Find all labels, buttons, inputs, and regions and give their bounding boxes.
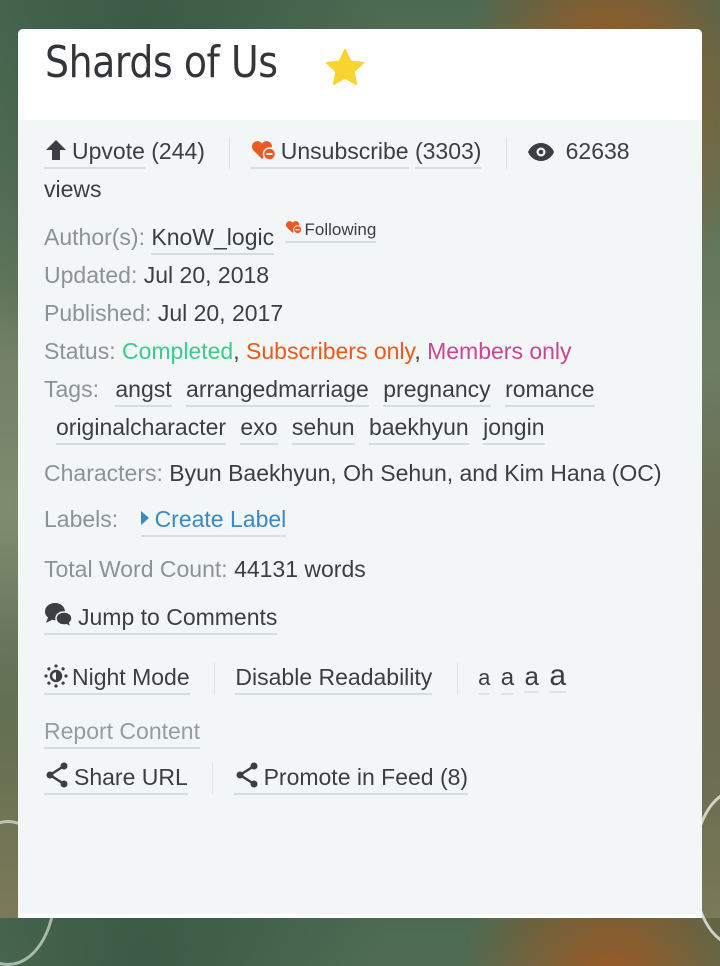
- night-mode-button[interactable]: Night Mode: [44, 662, 190, 695]
- arrow-up-icon: [44, 138, 68, 162]
- status-members-only: Members only: [427, 338, 572, 364]
- tag-link[interactable]: exo: [240, 412, 278, 445]
- share-url-label: Share URL: [74, 764, 188, 790]
- stats-row: Upvote (244) Unsubscribe (3303) 62638 vi…: [44, 132, 676, 208]
- comments-icon: [44, 602, 74, 628]
- updated-label: Updated:: [44, 262, 138, 288]
- brightness-icon: [44, 664, 68, 688]
- labels-label: Labels:: [44, 506, 119, 532]
- views-label: views: [44, 176, 102, 202]
- status-subscribers-only: Subscribers only: [246, 338, 415, 364]
- font-size-small-button[interactable]: a: [478, 663, 491, 695]
- share-icon: [234, 762, 260, 788]
- unsubscribe-button[interactable]: Unsubscribe: [250, 136, 409, 169]
- jump-to-comments-label: Jump to Comments: [78, 604, 278, 630]
- updated-row: Updated: Jul 20, 2018: [44, 256, 676, 294]
- night-mode-label: Night Mode: [72, 664, 190, 690]
- promote-in-feed-label: Promote in Feed (8): [263, 764, 469, 790]
- disable-readability-button[interactable]: Disable Readability: [235, 662, 433, 695]
- font-size-large-button[interactable]: a: [524, 661, 539, 693]
- tag-link[interactable]: baekhyun: [368, 412, 469, 445]
- divider: [229, 136, 231, 169]
- published-row: Published: Jul 20, 2017: [44, 294, 676, 332]
- share-url-button[interactable]: Share URL: [44, 762, 188, 795]
- comments-row: Jump to Comments: [44, 598, 676, 636]
- create-label-button[interactable]: Create Label: [140, 504, 287, 537]
- divider: [456, 662, 458, 695]
- views-count: 62638: [565, 138, 630, 164]
- tag-link[interactable]: sehun: [291, 412, 355, 445]
- tag-link[interactable]: pregnancy: [383, 374, 491, 407]
- divider: [214, 662, 216, 695]
- heart-minus-icon: [285, 219, 303, 235]
- caret-right-icon: [140, 511, 149, 525]
- tag-link[interactable]: jongin: [483, 412, 545, 445]
- labels-row: Labels: Create Label: [44, 500, 676, 538]
- published-label: Published:: [44, 300, 152, 326]
- characters-row: Characters: Byun Baekhyun, Oh Sehun, and…: [44, 454, 676, 492]
- subscriber-count[interactable]: (3303): [414, 136, 482, 169]
- author-row: Author(s): KnoW_logic Following: [44, 218, 676, 256]
- characters-label: Characters:: [44, 460, 163, 486]
- divider: [505, 136, 507, 169]
- font-size-medium-button[interactable]: a: [500, 663, 515, 695]
- word-count-row: Total Word Count: 44131 words: [44, 550, 676, 588]
- unsubscribe-label: Unsubscribe: [280, 138, 409, 164]
- upvote-label: Upvote: [72, 138, 145, 164]
- tag-link[interactable]: angst: [115, 374, 172, 407]
- story-title: Shards of Us: [45, 37, 278, 88]
- status-separator: ,: [414, 338, 421, 364]
- divider: [212, 762, 214, 795]
- eye-icon: [527, 142, 555, 162]
- create-label-text: Create Label: [154, 506, 287, 532]
- status-label: Status:: [44, 338, 116, 364]
- report-row: Report Content: [44, 712, 676, 750]
- author-label: Author(s):: [44, 224, 145, 250]
- published-value: Jul 20, 2017: [157, 300, 284, 326]
- story-info-card: Shards of Us Upvote (244) Unsubscribe (3…: [18, 29, 702, 918]
- report-content-button[interactable]: Report Content: [44, 716, 200, 749]
- following-button[interactable]: Following: [284, 219, 377, 243]
- status-completed: Completed: [122, 338, 234, 364]
- share-icon: [44, 762, 70, 788]
- updated-value: Jul 20, 2018: [143, 262, 270, 288]
- card-bottom-edge: [18, 914, 702, 918]
- characters-value: Byun Baekhyun, Oh Sehun, and Kim Hana (O…: [169, 460, 662, 486]
- word-count-value: 44131 words: [234, 556, 366, 582]
- status-row: Status: Completed, Subscribers only, Mem…: [44, 332, 676, 370]
- tag-link[interactable]: romance: [505, 374, 595, 407]
- promote-in-feed-button[interactable]: Promote in Feed (8): [233, 762, 469, 795]
- heart-minus-icon: [251, 138, 277, 162]
- star-icon[interactable]: [324, 48, 366, 88]
- reading-tools-row: Night Mode Disable Readability a a a a: [44, 658, 676, 696]
- upvote-count: (244): [151, 138, 205, 164]
- author-link[interactable]: KnoW_logic: [151, 222, 275, 255]
- tags-label: Tags:: [44, 376, 99, 402]
- jump-to-comments-button[interactable]: Jump to Comments: [44, 602, 278, 635]
- tag-link[interactable]: arrangedmarriage: [186, 374, 369, 407]
- tag-link[interactable]: originalcharacter: [56, 412, 227, 445]
- word-count-label: Total Word Count:: [44, 556, 228, 582]
- story-header: Shards of Us: [18, 29, 702, 120]
- upvote-button[interactable]: Upvote: [44, 136, 145, 169]
- status-separator: ,: [233, 338, 240, 364]
- tags-row: Tags: angst arrangedmarriage pregnancy r…: [44, 370, 676, 446]
- following-label: Following: [304, 220, 377, 239]
- font-size-xlarge-button[interactable]: a: [549, 661, 567, 693]
- share-row: Share URL Promote in Feed (8): [44, 758, 676, 796]
